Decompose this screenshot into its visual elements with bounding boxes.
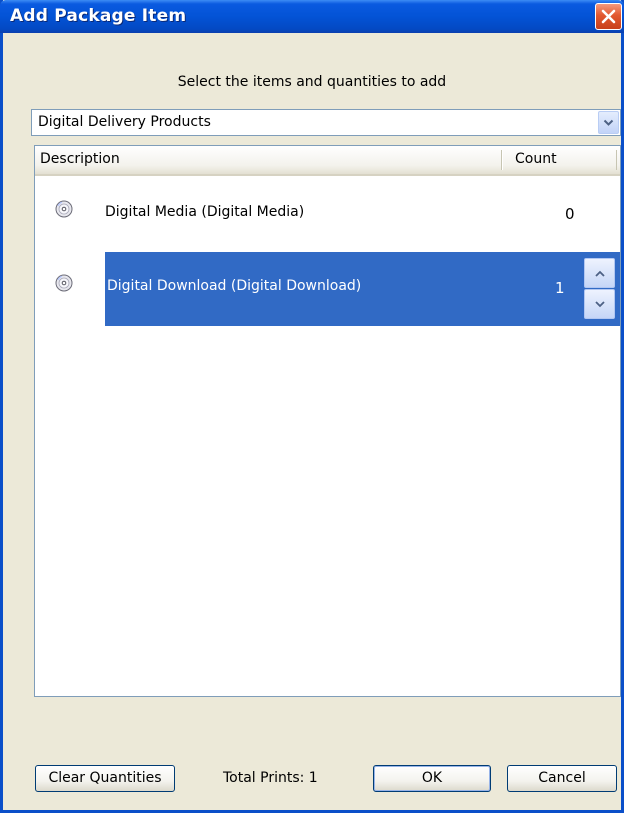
window-title: Add Package Item (10, 6, 187, 26)
list-header: Description Count (35, 146, 620, 176)
chevron-down-icon (603, 119, 614, 126)
increment-button[interactable] (584, 258, 615, 288)
category-selected-value: Digital Delivery Products (38, 114, 211, 130)
column-header-description-label: Description (40, 151, 120, 167)
list-item-count[interactable]: 1 (555, 279, 565, 297)
clear-quantities-button[interactable]: Clear Quantities (35, 765, 175, 792)
ok-button[interactable]: OK (373, 765, 491, 792)
total-prints-label: Total Prints: 1 (223, 770, 318, 786)
list-item-selected[interactable]: Digital Download (Digital Download) 1 (35, 252, 620, 326)
chevron-up-icon (595, 270, 605, 277)
column-header-count[interactable]: Count (505, 146, 615, 174)
column-divider-end (616, 150, 618, 170)
instruction-text: Select the items and quantities to add (177, 74, 447, 90)
decrement-button[interactable] (584, 289, 615, 319)
list-item-label: Digital Media (Digital Media) (105, 204, 305, 220)
list-item-label: Digital Download (Digital Download) (107, 278, 362, 294)
close-icon (601, 9, 616, 24)
title-bar[interactable]: Add Package Item (0, 0, 624, 33)
column-divider[interactable] (501, 150, 503, 170)
column-header-count-label: Count (515, 151, 557, 167)
cancel-button[interactable]: Cancel (507, 765, 617, 792)
package-items-list[interactable]: Description Count Digital Media (Digital… (34, 145, 621, 697)
disc-icon (55, 200, 73, 218)
column-header-description[interactable]: Description (35, 146, 501, 174)
list-item[interactable]: Digital Media (Digital Media) 0 (35, 178, 620, 252)
add-package-item-dialog: Add Package Item Select the items and qu… (0, 0, 624, 813)
chevron-down-icon (595, 301, 605, 308)
dropdown-arrow-button[interactable] (598, 111, 619, 134)
disc-icon (55, 274, 73, 292)
category-dropdown[interactable]: Digital Delivery Products (31, 109, 621, 136)
list-item-count[interactable]: 0 (565, 205, 575, 223)
close-button[interactable] (595, 3, 622, 30)
quantity-stepper[interactable] (584, 258, 615, 320)
